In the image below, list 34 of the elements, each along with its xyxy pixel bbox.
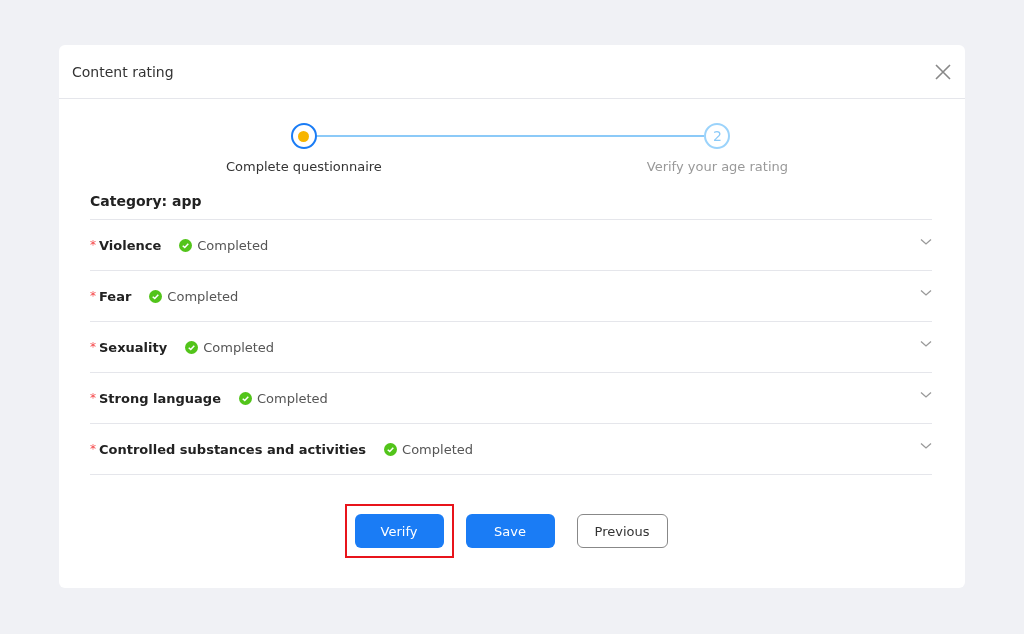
close-button[interactable] <box>933 61 953 82</box>
status-text: Completed <box>197 237 269 253</box>
chevron-button[interactable] <box>920 238 932 246</box>
check-circle-icon <box>149 289 163 303</box>
status-text: Completed <box>402 441 473 457</box>
check-circle-icon <box>238 391 252 405</box>
chevron-button[interactable] <box>920 289 932 297</box>
action-button[interactable]: Verify <box>354 514 444 548</box>
chevron-button[interactable] <box>920 391 932 399</box>
status-text: Completed <box>167 288 239 304</box>
dialog-title: Content rating <box>72 63 174 80</box>
section-title: Violence <box>99 237 162 253</box>
category-heading: Category: app <box>90 193 203 209</box>
status-text: Completed <box>256 390 328 406</box>
check-circle-icon <box>384 442 398 456</box>
check-circle-icon <box>185 340 199 354</box>
required-mark: * <box>90 391 96 405</box>
section-title: Strong language <box>99 390 221 406</box>
action-button[interactable]: Save <box>465 514 555 548</box>
step-label: Verify your age rating <box>646 159 788 174</box>
required-mark: * <box>90 238 96 252</box>
required-mark: * <box>90 442 96 456</box>
section-title: Controlled substances and activities <box>99 441 367 457</box>
status-text: Completed <box>203 339 275 355</box>
section-title: Fear <box>99 288 132 304</box>
required-mark: * <box>90 340 96 354</box>
chevron-button[interactable] <box>920 442 932 450</box>
required-mark: * <box>90 289 96 303</box>
step-indicator: 2 <box>704 123 731 149</box>
action-button[interactable]: Previous <box>576 514 668 548</box>
step-label: Complete questionnaire <box>226 159 382 174</box>
section-title: Sexuality <box>99 339 168 355</box>
chevron-button[interactable] <box>920 340 932 348</box>
check-circle-icon <box>179 238 193 252</box>
